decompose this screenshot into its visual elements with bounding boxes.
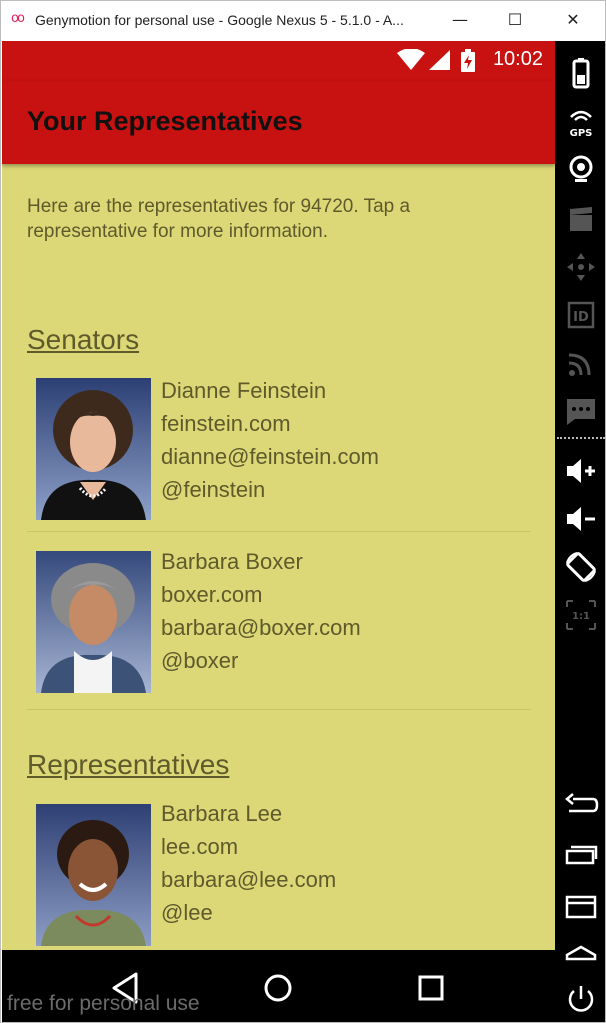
home-icon[interactable] [563, 933, 599, 969]
nav-recents-icon[interactable] [411, 968, 451, 1008]
app-bar: Your Representatives [2, 81, 555, 164]
rep-name: Dianne Feinstein [161, 378, 327, 403]
senators-section-title: Senators [27, 324, 140, 355]
representative-card-lee[interactable]: Barbara Lee lee.com barbara@lee.com @lee [27, 801, 531, 950]
lee-photo [36, 804, 151, 946]
rep-email-link[interactable]: barbara@lee.com [161, 863, 336, 896]
window-titlebar: oo Genymotion for personal use - Google … [1, 1, 605, 41]
network-icon[interactable] [563, 345, 599, 381]
id-label: ID [573, 310, 589, 325]
page-title: Your Representatives [27, 106, 303, 136]
maximize-button[interactable]: ☐ [492, 5, 538, 35]
feinstein-photo [36, 378, 151, 520]
lee-info: Barbara Lee lee.com barbara@lee.com @lee [161, 797, 336, 929]
pixel-label: 1:1 [572, 611, 590, 622]
pixel-perfect-icon[interactable]: 1:1 [563, 597, 599, 633]
recent-apps-icon[interactable] [563, 837, 599, 873]
content-scroll-area[interactable]: Here are the representatives for 94720. … [2, 164, 555, 950]
representatives-section-title: Representatives [27, 749, 230, 780]
intro-text: Here are the representatives for 94720. … [27, 196, 411, 242]
rotate-icon[interactable] [563, 549, 599, 585]
gps-icon[interactable]: GPS [563, 105, 599, 141]
rep-website-link[interactable]: feinstein.com [161, 407, 379, 440]
volume-up-icon[interactable] [563, 453, 599, 489]
wifi-icon [397, 49, 425, 70]
device-id-icon[interactable]: ID [563, 297, 599, 333]
battery-icon[interactable] [563, 55, 599, 91]
genymotion-app-icon: oo [11, 11, 25, 26]
sidebar-separator [557, 437, 605, 439]
signal-icon [429, 50, 450, 70]
boxer-info: Barbara Boxer boxer.com barbara@boxer.co… [161, 545, 361, 677]
battery-charging-icon [461, 49, 475, 72]
genymotion-window: oo Genymotion for personal use - Google … [0, 0, 606, 1023]
rep-website-link[interactable]: boxer.com [161, 578, 361, 611]
rep-name: Barbara Lee [161, 801, 283, 826]
boxer-photo [36, 551, 151, 693]
nav-home-icon[interactable] [258, 968, 298, 1008]
android-screen: 10:02 Your Representatives Here are the … [2, 41, 555, 1022]
sms-icon[interactable] [563, 393, 599, 429]
feinstein-info: Dianne Feinstein feinstein.com dianne@fe… [161, 374, 379, 506]
power-icon[interactable] [563, 981, 599, 1017]
dpad-icon[interactable] [563, 249, 599, 285]
screencast-icon[interactable] [563, 201, 599, 237]
volume-down-icon[interactable] [563, 501, 599, 537]
minimize-button[interactable]: — [437, 5, 483, 35]
rep-twitter-link[interactable]: @feinstein [161, 473, 379, 506]
gps-label: GPS [570, 128, 593, 139]
representative-card-feinstein[interactable]: Dianne Feinstein feinstein.com dianne@fe… [27, 374, 531, 532]
rep-name: Barbara Boxer [161, 549, 303, 574]
rep-website-link[interactable]: lee.com [161, 830, 336, 863]
rep-email-link[interactable]: dianne@feinstein.com [161, 440, 379, 473]
representative-card-boxer[interactable]: Barbara Boxer boxer.com barbara@boxer.co… [27, 548, 531, 710]
status-time: 10:02 [492, 48, 543, 70]
rep-twitter-link[interactable]: @lee [161, 896, 336, 929]
rep-email-link[interactable]: barbara@boxer.com [161, 611, 361, 644]
close-button[interactable]: ✕ [550, 5, 596, 35]
menu-icon[interactable] [563, 887, 599, 923]
back-icon[interactable] [563, 787, 599, 823]
genymotion-sidebar: GPS ID 1:1 [555, 41, 605, 1022]
status-bar: 10:02 [2, 41, 555, 81]
watermark-text: free for personal use [7, 992, 200, 1015]
webcam-icon[interactable] [563, 151, 599, 187]
window-title: Genymotion for personal use - Google Nex… [35, 12, 404, 28]
rep-twitter-link[interactable]: @boxer [161, 644, 361, 677]
